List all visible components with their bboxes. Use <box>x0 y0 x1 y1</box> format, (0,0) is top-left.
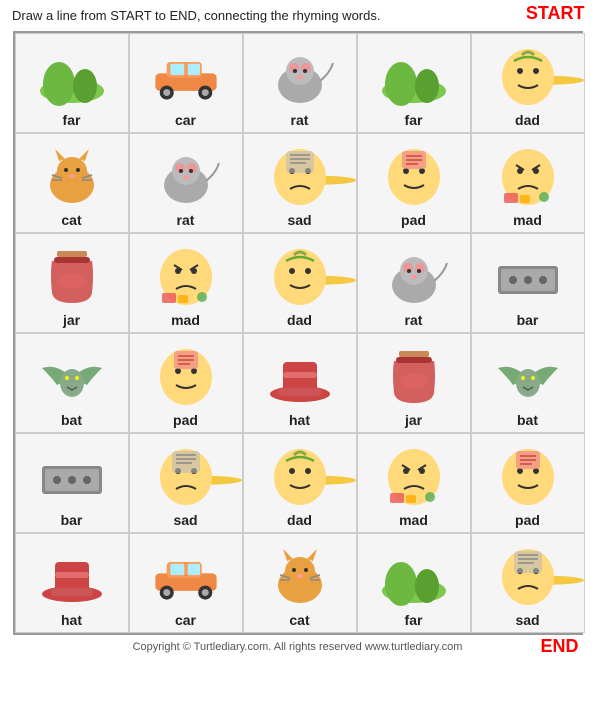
cell-r6c2: car <box>129 533 243 633</box>
cell-img-bat <box>37 343 107 408</box>
cell-r6c4: far <box>357 533 471 633</box>
cell-r6c5: sad <box>471 533 585 633</box>
cell-img-car <box>151 43 221 108</box>
cell-img-pad <box>379 143 449 208</box>
cell-label-r3c2: mad <box>171 312 200 328</box>
cell-r6c3: cat <box>243 533 357 633</box>
cell-r2c2: rat <box>129 133 243 233</box>
cell-img-jar <box>37 243 107 308</box>
cell-label-r1c4: far <box>405 112 423 128</box>
cell-label-r4c4: jar <box>405 412 422 428</box>
cell-img-mad <box>493 143 563 208</box>
cell-r2c5: mad <box>471 133 585 233</box>
cell-label-r2c4: pad <box>401 212 426 228</box>
cell-img-hat <box>37 543 107 608</box>
footer: Copyright © Turtlediary.com. All rights … <box>0 641 595 653</box>
cell-label-r4c3: hat <box>289 412 310 428</box>
cell-img-bar <box>493 243 563 308</box>
cell-r5c5: pad <box>471 433 585 533</box>
cell-label-r2c2: rat <box>177 212 195 228</box>
cell-r5c3: dad <box>243 433 357 533</box>
cell-label-r2c3: sad <box>287 212 311 228</box>
cell-img-hill <box>37 43 107 108</box>
cell-label-r2c1: cat <box>61 212 81 228</box>
cell-r2c4: pad <box>357 133 471 233</box>
cell-img-dad <box>493 43 563 108</box>
cell-r1c5: dad <box>471 33 585 133</box>
cell-img-hill <box>379 43 449 108</box>
cell-r3c2: mad <box>129 233 243 333</box>
cell-label-r6c5: sad <box>515 612 539 628</box>
cell-r5c1: bar <box>15 433 129 533</box>
cell-r1c3: rat <box>243 33 357 133</box>
cell-r3c5: bar <box>471 233 585 333</box>
cell-img-hat <box>265 343 335 408</box>
cell-r5c4: mad <box>357 433 471 533</box>
cell-label-r6c1: hat <box>61 612 82 628</box>
cell-img-jar <box>379 343 449 408</box>
cell-r3c1: jar <box>15 233 129 333</box>
cell-label-r1c2: car <box>175 112 196 128</box>
cell-r2c3: sad <box>243 133 357 233</box>
cell-img-bar <box>37 443 107 508</box>
cell-label-r3c5: bar <box>517 312 539 328</box>
cell-img-cat <box>37 143 107 208</box>
cell-img-mouse <box>379 243 449 308</box>
cell-label-r5c1: bar <box>61 512 83 528</box>
cell-label-r3c4: rat <box>405 312 423 328</box>
end-label: END <box>540 636 578 657</box>
cell-img-mad <box>151 243 221 308</box>
cell-r3c3: dad <box>243 233 357 333</box>
cell-img-bat <box>493 343 563 408</box>
cell-img-hill <box>379 543 449 608</box>
cell-r1c4: far <box>357 33 471 133</box>
start-label: START <box>526 3 585 24</box>
cell-img-mouse <box>151 143 221 208</box>
cell-label-r6c4: far <box>405 612 423 628</box>
cell-label-r1c5: dad <box>515 112 540 128</box>
cell-r4c1: bat <box>15 333 129 433</box>
cell-label-r6c2: car <box>175 612 196 628</box>
cell-img-mouse <box>265 43 335 108</box>
cell-label-r2c5: mad <box>513 212 542 228</box>
cell-r4c2: pad <box>129 333 243 433</box>
instructions: Draw a line from START to END, connectin… <box>0 0 595 27</box>
cell-img-car <box>151 543 221 608</box>
cell-label-r5c4: mad <box>399 512 428 528</box>
cell-r6c1: hat <box>15 533 129 633</box>
cell-label-r5c5: pad <box>515 512 540 528</box>
cell-label-r1c3: rat <box>291 112 309 128</box>
cell-img-pad <box>151 343 221 408</box>
cell-r2c1: cat <box>15 133 129 233</box>
cell-label-r1c1: far <box>63 112 81 128</box>
cell-label-r3c1: jar <box>63 312 80 328</box>
cell-r4c3: hat <box>243 333 357 433</box>
cell-img-sad <box>493 543 563 608</box>
cell-r4c4: jar <box>357 333 471 433</box>
cell-label-r5c3: dad <box>287 512 312 528</box>
cell-r1c1: far <box>15 33 129 133</box>
cell-img-mad <box>379 443 449 508</box>
cell-img-pad <box>493 443 563 508</box>
cell-r4c5: bat <box>471 333 585 433</box>
cell-label-r4c2: pad <box>173 412 198 428</box>
cell-img-sad <box>265 143 335 208</box>
cell-label-r3c3: dad <box>287 312 312 328</box>
cell-img-dad <box>265 443 335 508</box>
cell-img-sad <box>151 443 221 508</box>
cell-img-cat <box>265 543 335 608</box>
cell-r3c4: rat <box>357 233 471 333</box>
cell-r5c2: sad <box>129 433 243 533</box>
cell-r1c2: car <box>129 33 243 133</box>
cell-label-r4c1: bat <box>61 412 82 428</box>
grid-container: START far car <box>13 31 583 635</box>
cell-label-r5c2: sad <box>173 512 197 528</box>
cell-label-r6c3: cat <box>289 612 309 628</box>
grid: far car rat far <box>13 31 583 635</box>
cell-label-r4c5: bat <box>517 412 538 428</box>
cell-img-dad <box>265 243 335 308</box>
